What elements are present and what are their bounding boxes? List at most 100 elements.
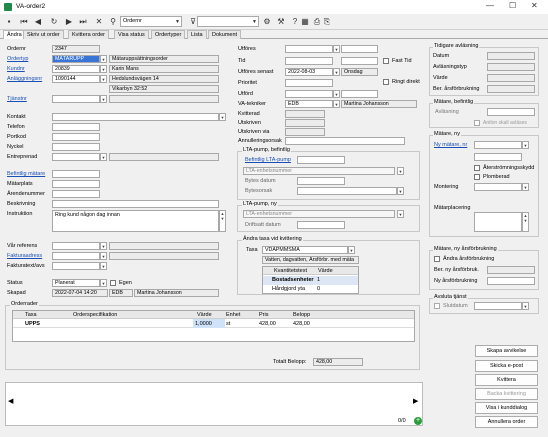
view-icon[interactable]: ▦ [300, 17, 310, 27]
anlaggningsnr-field[interactable]: 1090144 [52, 75, 100, 83]
befintlig-matare-link[interactable]: Befintlig mätare [7, 171, 45, 177]
befintlig-lta-link[interactable]: Befintlig LTA-pump [245, 157, 291, 163]
anlaggningsnr-dropdown[interactable]: ▼ [100, 75, 107, 83]
anton-checkbox[interactable] [474, 120, 480, 126]
lta-enhetsnummer-dropdown[interactable]: ▼ [397, 167, 404, 175]
bytes-datum-field[interactable] [297, 177, 345, 185]
utfores-senast-field[interactable]: 2022-08-03 [285, 68, 333, 76]
scroll-right-icon[interactable]: ▶ [413, 397, 418, 405]
tab-dokument[interactable]: Dokument [208, 30, 242, 39]
status-field[interactable]: Planerat [52, 279, 100, 287]
instruktion-textarea[interactable]: Ring kund någon dag innan [52, 210, 219, 232]
befintlig-lta-field[interactable] [297, 156, 345, 164]
utfores-dropdown[interactable]: ▼ [333, 45, 340, 53]
last-record-icon[interactable]: ⏭ [78, 17, 88, 27]
ny-matare-link[interactable]: Ny mätare, nr [434, 142, 467, 148]
portkod-field[interactable] [52, 133, 100, 141]
skicka-e-post-button[interactable]: Skicka e-post [475, 360, 538, 372]
matarplats-field[interactable] [52, 180, 100, 188]
ordertyp-field[interactable]: MÄTARUPP [52, 55, 100, 63]
andra-arsforbrukning-checkbox[interactable] [434, 256, 440, 262]
montering-field[interactable] [474, 183, 522, 191]
print-icon[interactable]: ⎙ [312, 17, 322, 27]
kvantitet-row-1-value[interactable]: 1 [317, 277, 320, 283]
ny-matare-dropdown[interactable]: ▼ [522, 141, 529, 149]
fakturaadress-link[interactable]: Fakturaadress [7, 253, 42, 259]
nyckel-field[interactable] [52, 143, 100, 151]
avlasning-field[interactable] [487, 108, 535, 116]
fakturaadress-dropdown[interactable]: ▼ [100, 252, 107, 260]
montering-dropdown[interactable]: ▼ [522, 183, 529, 191]
tjanstnr-dropdown[interactable]: ▼ [100, 95, 107, 103]
utford-field[interactable] [285, 90, 333, 98]
kundnr-link[interactable]: Kundnr [7, 66, 25, 72]
kontakt-field[interactable] [52, 113, 219, 121]
telefon-field[interactable] [52, 123, 100, 131]
utfores-field[interactable] [285, 45, 333, 53]
skapa-avvikelse-button[interactable]: Skapa avvikelse [475, 345, 538, 357]
ordernr-field[interactable]: 2347 [52, 45, 100, 53]
search-field-select[interactable]: Ordernr ▼ [120, 16, 182, 27]
kundnr-field[interactable]: 20839 [52, 65, 100, 73]
utford-time[interactable] [341, 90, 378, 98]
taxa-column-header[interactable]: Taxa [25, 312, 37, 318]
lta-ny-enhetsnummer-dropdown[interactable]: ▼ [397, 210, 404, 218]
utford-dropdown[interactable]: ▼ [333, 90, 340, 98]
taxa-field[interactable]: VDÄPMMSMÄ [262, 246, 348, 254]
slutdatum-dropdown[interactable]: ▼ [522, 302, 529, 310]
aterstromning-checkbox[interactable] [474, 165, 480, 171]
ny-matare-value-field[interactable] [474, 153, 522, 161]
tab-kvittera-order[interactable]: Kvittera order [68, 30, 110, 39]
tab-ordertyper[interactable]: Ordertyper [151, 30, 186, 39]
kvantitet-row-2-value[interactable]: 0 [317, 286, 320, 292]
fast-tid-checkbox[interactable] [383, 58, 389, 64]
beskrivning-field[interactable] [52, 200, 219, 208]
ordertyp-dropdown[interactable]: ▼ [100, 55, 107, 63]
instruktion-scrollbar[interactable]: ▲ ▼ [219, 210, 226, 232]
tools-icon[interactable]: ⚒ [276, 17, 286, 27]
enhet-column-header[interactable]: Enhet [226, 312, 240, 318]
belopp-column-header[interactable]: Belopp [293, 312, 310, 318]
arendenummer-field[interactable] [52, 190, 100, 198]
prioritet-field[interactable] [285, 79, 333, 87]
orderspecifikation-column-header[interactable]: Orderspecifikation [73, 312, 117, 318]
bytesorsak-dropdown[interactable]: ▼ [397, 187, 404, 195]
taxa-dropdown[interactable]: ▼ [348, 246, 355, 254]
scroll-left-icon[interactable]: ◀ [8, 397, 13, 405]
utfores-senast-dropdown[interactable]: ▼ [333, 68, 340, 76]
tid-field[interactable] [285, 57, 333, 65]
help-icon[interactable]: ? [290, 17, 300, 27]
matarplacering-scrollbar[interactable]: ▲ ▼ [522, 212, 529, 232]
tjanstnr-link[interactable]: Tjänstnr [7, 96, 27, 102]
anlaggningsnr-link[interactable]: Anläggningsnr [7, 76, 42, 82]
ringt-direkt-checkbox[interactable] [383, 79, 389, 85]
va-tekniker-field[interactable]: EDB [285, 100, 333, 108]
maximize-icon[interactable]: ☐ [509, 1, 516, 10]
ordertyp-link[interactable]: Ordertyp [7, 56, 28, 62]
tab-skriv-ut-order[interactable]: Skriv ut order [23, 30, 64, 39]
delete-icon[interactable]: ✕ [94, 17, 104, 27]
kundnr-dropdown[interactable]: ▼ [100, 65, 107, 73]
annullering-field[interactable] [285, 137, 405, 145]
tjanstnr-field[interactable] [52, 95, 100, 103]
next-record-icon[interactable]: ▶ [64, 17, 74, 27]
ny-matare-field[interactable] [474, 141, 522, 149]
pris-column-header[interactable]: Pris [259, 312, 268, 318]
close-icon[interactable]: ✕ [531, 1, 538, 10]
previous-record-icon[interactable]: ◀ [33, 17, 43, 27]
backa-kvittering-button[interactable]: Backa kvittering [475, 388, 538, 400]
tab-lista[interactable]: Lista [187, 30, 207, 39]
kontakt-dropdown[interactable]: ▼ [219, 113, 226, 121]
entreprenad-dropdown[interactable]: ▼ [100, 153, 107, 161]
attach-icon[interactable]: ⎘ [322, 17, 332, 27]
refresh-icon[interactable]: ↻ [49, 17, 59, 27]
bytesorsak-field[interactable] [297, 187, 397, 195]
fakturatext-field[interactable] [52, 262, 100, 270]
tab-visa-status[interactable]: Visa status [114, 30, 149, 39]
annullera-order-button[interactable]: Annullera order [475, 416, 538, 428]
search-icon[interactable]: ⚲ [108, 17, 118, 27]
fakturaadress-field[interactable] [52, 252, 100, 260]
lta-enhetsnummer-field[interactable]: LTA-enhetsnummer [243, 167, 395, 175]
matarplacering-field[interactable] [474, 212, 522, 232]
driftsatt-field[interactable] [297, 221, 345, 229]
